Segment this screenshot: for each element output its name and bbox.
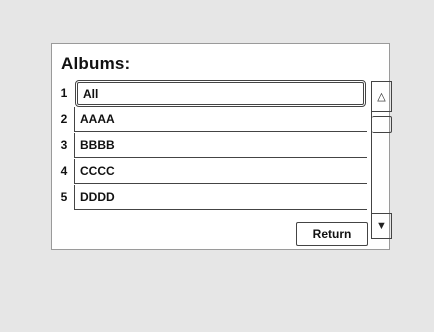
list-item-label: AAAA xyxy=(74,107,367,132)
list-item-number: 5 xyxy=(60,190,68,204)
list-item-label: All xyxy=(75,80,366,107)
list-item-label: BBBB xyxy=(74,133,367,158)
page-title: Albums: xyxy=(61,54,131,73)
list-item-number: 3 xyxy=(60,138,68,152)
list-item-label: DDDD xyxy=(74,185,367,210)
list-item-label: CCCC xyxy=(74,159,367,184)
list-item-number: 1 xyxy=(60,86,68,100)
scroll-down-arrow-icon[interactable]: ▼ xyxy=(372,213,392,239)
list-item-bbbb[interactable]: 3 BBBB xyxy=(57,133,367,158)
list-item-aaaa[interactable]: 2 AAAA xyxy=(57,107,367,132)
scroll-up-arrow-icon[interactable]: △ xyxy=(372,81,392,112)
scroll-thumb[interactable] xyxy=(372,116,392,133)
scrollbar[interactable]: △ ▼ xyxy=(371,81,392,239)
list-item-dddd[interactable]: 5 DDDD xyxy=(57,185,367,210)
albums-panel: Albums: 1 All 2 AAAA 3 BBBB 4 CCCC 5 DDD… xyxy=(51,43,392,250)
return-button[interactable]: Return xyxy=(296,222,368,246)
list-item-cccc[interactable]: 4 CCCC xyxy=(57,159,367,184)
list-item-number: 4 xyxy=(60,164,68,178)
list-item-all[interactable]: 1 All xyxy=(57,80,367,107)
list-item-number: 2 xyxy=(60,112,68,126)
